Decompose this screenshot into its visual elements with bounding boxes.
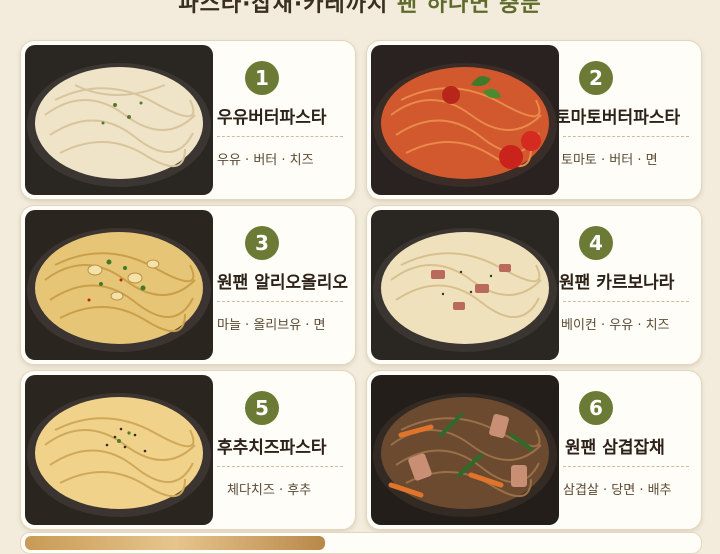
recipe-title: 우유버터파스타	[217, 108, 327, 128]
recipe-card-2[interactable]: 2 토마토버터파스타 토마토 · 버터 · 면	[366, 40, 702, 200]
recipe-title: 원팬 알리오올리오	[217, 273, 349, 293]
divider	[563, 466, 689, 467]
divider	[563, 136, 689, 137]
aglio-olio-photo	[25, 210, 213, 360]
next-photo-peek	[25, 536, 325, 550]
recipe-card-1[interactable]: 1 우유버터파스타 우유 · 버터 · 치즈	[20, 40, 356, 200]
recipe-number-badge: 3	[245, 226, 279, 260]
title-highlight: 팬 하나면 충분	[396, 0, 542, 17]
pepper-cheese-pasta-photo	[25, 375, 213, 525]
recipe-ingredients: 베이컨 · 우유 · 치즈	[561, 318, 670, 333]
pork-japchae-photo	[371, 375, 559, 525]
recipe-ingredients: 토마토 · 버터 · 면	[561, 153, 658, 168]
recipe-title: 토마토버터파스타	[555, 108, 681, 128]
tomato-pasta-photo	[371, 45, 559, 195]
recipe-number-badge: 6	[579, 391, 613, 425]
recipe-title: 원팬 삼겹잡채	[565, 438, 665, 458]
divider	[563, 301, 689, 302]
recipe-ingredients: 체다치즈 · 후추	[227, 483, 312, 498]
recipe-title: 원팬 카르보나라	[559, 273, 675, 293]
recipe-number-badge: 2	[579, 61, 613, 95]
recipe-card-5[interactable]: 5 후추치즈파스타 체다치즈 · 후추	[20, 370, 356, 530]
page-title: 파스타·잡채·카레까지 팬 하나면 충분	[0, 0, 720, 24]
recipe-number-badge: 5	[245, 391, 279, 425]
divider	[217, 301, 343, 302]
recipe-card-4[interactable]: 4 원팬 카르보나라 베이컨 · 우유 · 치즈	[366, 205, 702, 365]
recipe-number-badge: 4	[579, 226, 613, 260]
recipe-title: 후추치즈파스타	[217, 438, 327, 458]
creamy-pasta-photo	[25, 45, 213, 195]
recipe-card-6[interactable]: 6 원팬 삼겹잡채 삼겹살 · 당면 · 배추	[366, 370, 702, 530]
recipe-card-3[interactable]: 3 원팬 알리오올리오 마늘 · 올리브유 · 면	[20, 205, 356, 365]
divider	[217, 466, 343, 467]
divider	[217, 136, 343, 137]
title-text: 파스타·잡채·카레까지	[178, 0, 397, 17]
recipe-number-badge: 1	[245, 61, 279, 95]
recipe-ingredients: 삼겹살 · 당면 · 배추	[563, 483, 672, 498]
recipe-ingredients: 마늘 · 올리브유 · 면	[217, 318, 326, 333]
carbonara-photo	[371, 210, 559, 360]
recipe-ingredients: 우유 · 버터 · 치즈	[217, 153, 314, 168]
next-card-peek	[20, 532, 702, 554]
